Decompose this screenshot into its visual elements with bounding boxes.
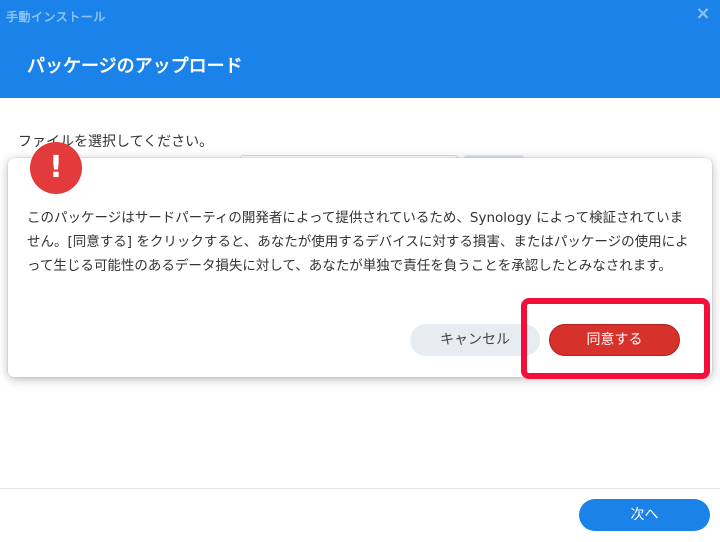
- window-header: 手動インストール × パッケージのアップロード: [0, 0, 720, 98]
- next-button[interactable]: 次へ: [579, 499, 710, 531]
- close-icon[interactable]: ×: [692, 3, 714, 25]
- install-window: 手動インストール × パッケージのアップロード ファイルを選択してください。 !…: [0, 0, 720, 542]
- agree-button[interactable]: 同意する: [549, 324, 680, 356]
- window-title: 手動インストール: [6, 10, 106, 24]
- cancel-button[interactable]: キャンセル: [410, 324, 540, 356]
- page-title: パッケージのアップロード: [27, 56, 243, 77]
- footer-divider: [0, 488, 720, 489]
- warning-icon: !: [30, 142, 82, 194]
- warning-message: このパッケージはサードパーティの開発者によって提供されているため、Synolog…: [27, 210, 689, 274]
